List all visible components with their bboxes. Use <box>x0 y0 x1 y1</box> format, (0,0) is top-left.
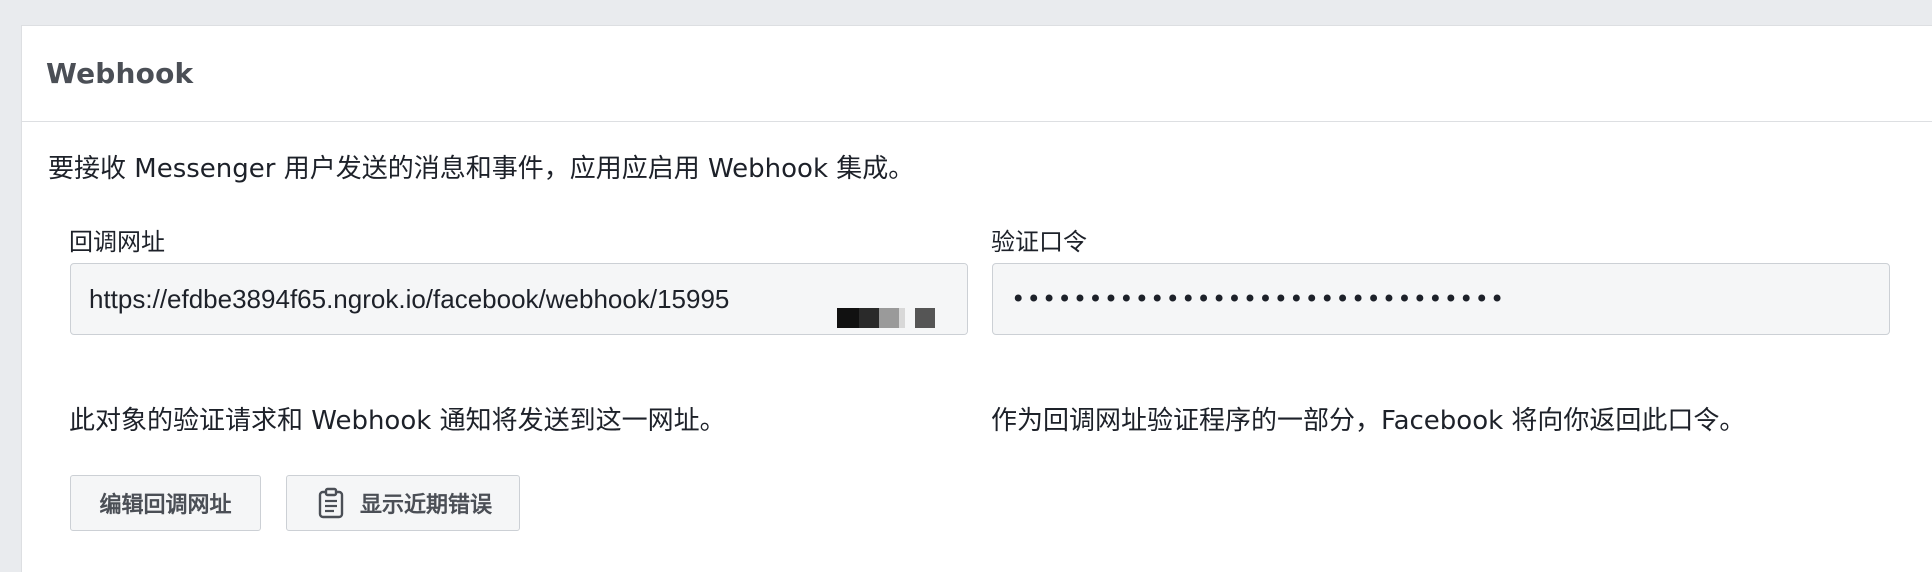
callback-url-value: https://efdbe3894f65.ngrok.io/facebook/w… <box>89 283 730 314</box>
redaction-mask <box>827 264 967 334</box>
callback-url-field[interactable]: https://efdbe3894f65.ngrok.io/facebook/w… <box>70 263 968 335</box>
intro-text: 要接收 Messenger 用户发送的消息和事件，应用应启用 Webhook 集… <box>48 154 915 184</box>
show-recent-errors-button[interactable]: 显示近期错误 <box>286 475 520 531</box>
verify-token-value: •••••••••••••••••••••••••••••••• <box>1011 285 1506 313</box>
panel-header: Webhook <box>22 26 1932 122</box>
callback-url-label: 回调网址 <box>69 228 165 256</box>
clipboard-icon <box>318 487 344 519</box>
verify-token-label: 验证口令 <box>991 228 1087 256</box>
verify-token-hint: 作为回调网址验证程序的一部分，Facebook 将向你返回此口令。 <box>991 406 1746 436</box>
redaction-block <box>859 308 879 328</box>
edit-callback-url-label: 编辑回调网址 <box>99 493 232 518</box>
verify-token-field[interactable]: •••••••••••••••••••••••••••••••• <box>992 263 1890 335</box>
redaction-block <box>899 308 905 328</box>
callback-url-hint: 此对象的验证请求和 Webhook 通知将发送到这一网址。 <box>69 406 726 436</box>
edit-callback-url-button[interactable]: 编辑回调网址 <box>70 475 261 531</box>
show-recent-errors-label: 显示近期错误 <box>359 493 492 518</box>
redaction-block <box>837 308 859 328</box>
redaction-block <box>915 308 935 328</box>
panel-title: Webhook <box>46 57 194 90</box>
redaction-block <box>879 308 899 328</box>
